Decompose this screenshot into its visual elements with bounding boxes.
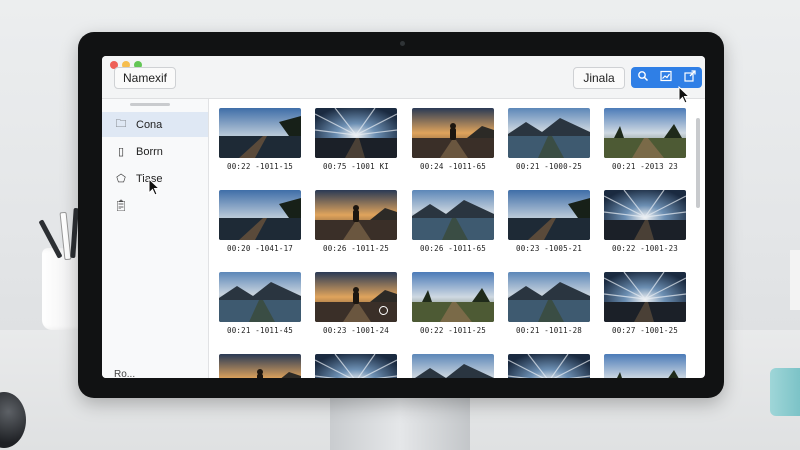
photo-caption: 00:20 -1041-17 [226,244,293,253]
background-object [790,250,800,310]
loading-indicator-icon [379,306,388,315]
photo-tile[interactable]: 00:75 -1001 KI [315,108,397,171]
folder-icon: 🗀 [115,118,127,130]
photo-tile[interactable]: 00:23 -1005-21 [508,190,590,253]
app-window: Namexif Jinala 🗀 Cona ▯ Borrn ⬠ Tiase 📋︎… [102,56,705,378]
photo-caption: 00:26 -1011-25 [322,244,389,253]
photo-caption: 00:21 -1011-45 [226,326,293,335]
photo-thumbnail [315,108,397,158]
photo-tile[interactable] [604,354,686,378]
photo-tile[interactable] [508,354,590,378]
clipboard-icon: 📋︎ [114,200,128,212]
photo-caption: 00:27 -1001-25 [611,326,678,335]
toolbar-actions [631,67,702,88]
monitor-stand [330,392,470,450]
photo-tile[interactable]: 00:20 -1041-17 [219,190,301,253]
tag-icon: ⬠ [116,173,126,185]
photo-thumbnail [412,354,494,378]
mouse-cursor [148,178,160,196]
photo-tile[interactable]: 00:26 -1011-65 [412,190,494,253]
photo-thumbnail [604,272,686,322]
photo-caption: 00:21 -2013 23 [611,162,678,171]
sidebar-item-label: Borrn [136,145,163,158]
photo-thumbnail [219,190,301,240]
photo-tile[interactable]: 00:24 -1011-65 [412,108,494,171]
photo-caption: 00:23 -1005-21 [515,244,582,253]
search-icon[interactable] [637,69,649,87]
photo-thumbnail [508,190,590,240]
chart-icon[interactable] [660,69,673,87]
photo-caption: 00:22 -1011-25 [419,326,486,335]
photo-caption: 00:24 -1011-65 [419,162,486,171]
webcam [400,41,405,46]
sidebar-item-clipboard[interactable]: 📋︎ [102,193,208,218]
photo-thumbnail [604,354,686,378]
monitor: Namexif Jinala 🗀 Cona ▯ Borrn ⬠ Tiase 📋︎… [78,32,724,398]
document-icon: ▯ [117,146,125,158]
photo-thumbnail [412,108,494,158]
photo-grid: 00:22 -1011-15 00:75 -1001 KI 00:24 -101… [219,108,689,378]
photo-tile[interactable]: 00:27 -1001-25 [604,272,686,335]
title-bar: Namexif Jinala [102,56,705,99]
photo-caption: 00:26 -1011-65 [419,244,486,253]
photo-tile[interactable]: 00:21 -2013 23 [604,108,686,171]
photo-caption: 00:23 -1001-24 [322,326,389,335]
photo-thumbnail [219,354,301,378]
search-field[interactable]: Jinala [573,67,625,89]
photo-tile[interactable]: 00:22 -1011-15 [219,108,301,171]
photo-tile[interactable]: 00:21 -1011-45 [219,272,301,335]
photo-tile[interactable]: 00:26 -1011-25 [315,190,397,253]
mouse-cursor [678,86,690,104]
photo-tile[interactable]: 00:21 -1000-25 [508,108,590,171]
teal-object [770,368,800,416]
photo-tile[interactable]: 00:22 -1011-25 [412,272,494,335]
sidebar: 🗀 Cona ▯ Borrn ⬠ Tiase 📋︎ Ro... [102,99,209,378]
photo-tile[interactable]: 00:23 -1001-24 [315,272,397,335]
sidebar-bottom-label: Ro... [114,369,136,378]
photo-thumbnail [508,354,590,378]
photo-caption: 00:75 -1001 KI [322,162,389,171]
photo-thumbnail [315,190,397,240]
photo-thumbnail [219,108,301,158]
photo-caption: 00:22 -1001-23 [611,244,678,253]
sidebar-grip[interactable] [130,103,170,106]
sidebar-item-label: Cona [136,118,163,131]
photo-thumbnail [219,272,301,322]
photo-tile[interactable]: 00:21 -1011-28 [508,272,590,335]
photo-thumbnail [315,354,397,378]
photo-caption: 00:21 -1000-25 [515,162,582,171]
photo-thumbnail [604,190,686,240]
photo-caption: 00:22 -1011-15 [226,162,293,171]
photo-tile[interactable] [315,354,397,378]
photo-thumbnail [412,190,494,240]
photo-thumbnail [604,108,686,158]
photo-tile[interactable] [219,354,301,378]
photo-thumbnail [508,108,590,158]
photo-tile[interactable] [412,354,494,378]
photo-thumbnail [508,272,590,322]
app-name-button[interactable]: Namexif [114,67,177,89]
photo-thumbnail [412,272,494,322]
share-icon[interactable] [684,69,696,87]
grid-scrollbar[interactable] [696,118,700,208]
sidebar-item-borrn[interactable]: ▯ Borrn [102,139,208,164]
sidebar-item-cona[interactable]: 🗀 Cona [102,112,208,137]
photo-tile[interactable]: 00:22 -1001-23 [604,190,686,253]
photo-caption: 00:21 -1011-28 [515,326,582,335]
